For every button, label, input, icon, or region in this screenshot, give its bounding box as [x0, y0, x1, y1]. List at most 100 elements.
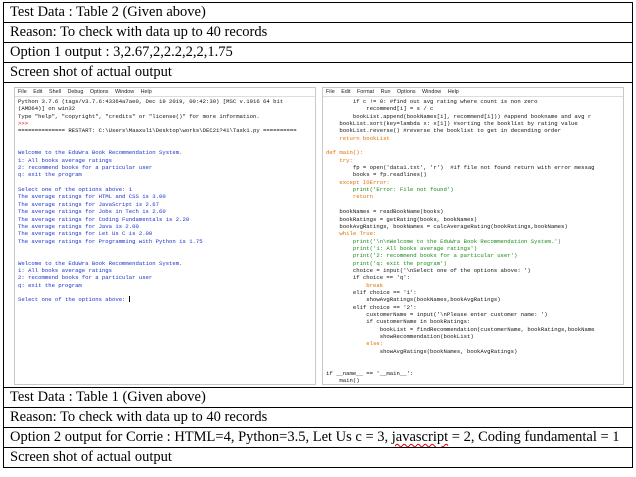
shell-line: The average ratings for Coding Fundament… [18, 215, 190, 223]
shell-line: The average ratings for Let Us C is 2.00 [18, 230, 153, 238]
code-line: showAvgRatings(bookNames,bookAvgRatings) [326, 296, 501, 304]
code-line: showRecommendation(bookList) [326, 333, 474, 340]
shell-line [18, 252, 312, 259]
menu-options[interactable]: Options [397, 89, 416, 95]
code-line: else: [326, 340, 384, 348]
shell-line: q: exit the program [18, 171, 82, 179]
shell-line: 2: recommend books for a particular user [18, 274, 153, 282]
option2-text-end: = 2, Coding fundamental = 1 [448, 429, 620, 445]
code-line: bookList.reverse() #reverse the booklist… [326, 127, 561, 135]
shell-line: 2: recommend books for a particular user [18, 164, 153, 172]
reason-row-2: Reason: To check with data up to 40 reco… [4, 408, 632, 428]
code-line: if c != 0: #find out avg rating where co… [326, 98, 538, 105]
code-line: bookList.sort(key=lambda x: x[1]) #sorti… [326, 120, 578, 128]
menu-shell[interactable]: Shell [49, 89, 61, 95]
shell-menubar: File Edit Shell Debug Options Window Hel… [15, 88, 315, 97]
menu-debug[interactable]: Debug [67, 89, 83, 95]
screenshot-row: File Edit Shell Debug Options Window Hel… [4, 83, 632, 388]
menu-options[interactable]: Options [90, 89, 109, 95]
menu-edit[interactable]: Edit [33, 89, 42, 95]
option1-output-row: Option 1 output : 3,2.67,2,2.2,2,2,1.75 [4, 43, 632, 63]
code-line: bookList.append(bookNames[i], recommend[… [326, 112, 592, 120]
shell-line: Python 3.7.6 (tags/v3.7.6:43364a7ae0, De… [18, 98, 284, 105]
shell-line [18, 142, 312, 149]
menu-run[interactable]: Run [381, 89, 391, 95]
menu-window[interactable]: Window [422, 89, 441, 95]
shell-line: The average ratings for JavaScript is 2.… [18, 200, 159, 208]
code-line: fp = open('data1.txt', 'r') #if file not… [326, 164, 595, 172]
code-line: showAvgRatings(bookNames, bookAvgRatings… [326, 347, 518, 355]
menu-edit[interactable]: Edit [341, 89, 350, 95]
code-line: bookAvgRatings, bookNames = calcAverageR… [326, 222, 568, 230]
code-line: print('\n\nWelcome to the EduWra Book Re… [326, 237, 561, 245]
code-line: print('2: recommend books for a particul… [326, 252, 518, 260]
code-line: return [326, 193, 373, 201]
test-data-row-2: Test Data : Table 1 (Given above) [4, 388, 632, 408]
menu-help[interactable]: Help [448, 89, 459, 95]
code-line: print('Error: File not found') [326, 186, 454, 194]
code-line: try: [326, 156, 353, 164]
shell-line [18, 245, 312, 252]
idle-editor-screenshot: File Edit Format Run Options Window Help… [322, 87, 624, 385]
shell-line: The average ratings for Programming with… [18, 237, 203, 245]
code-line: recommend[i] = s / c [326, 105, 434, 113]
editor-menubar: File Edit Format Run Options Window Help [323, 88, 623, 97]
code-line: bookRatings = getRating(books, bookNames… [326, 215, 478, 223]
shell-line: The average ratings for Jobs in Tech is … [18, 208, 166, 216]
code-line: if choice == 'q': [326, 274, 410, 282]
shell-line: Select one of the options above: [18, 296, 130, 304]
code-line: bookNames = readBookName(books) [326, 208, 444, 216]
screenshot-caption-row-1: Screen shot of actual output [4, 63, 632, 83]
code-line: choice = input('\nSelect one of the opti… [326, 266, 531, 274]
shell-line: >>> [18, 120, 29, 128]
option2-text-start: Option 2 output for Corrie : HTML=4, Pyt… [10, 429, 392, 445]
shell-line: Select one of the options above: 1 [18, 186, 133, 194]
shell-line: Welcome to the EduWra Book Recommendatio… [18, 259, 183, 267]
code-line: books = fp.readlines() [326, 171, 427, 179]
shell-line: The average ratings for Java is 2.00 [18, 222, 139, 230]
code-line: bookList = findRecommendation(customerNa… [326, 325, 595, 333]
code-line: except IOError: [326, 178, 390, 186]
shell-line: q: exit the program [18, 281, 82, 289]
code-line: elif choice == '2': [326, 303, 417, 311]
menu-window[interactable]: Window [115, 89, 134, 95]
option2-misspelled-word: javascript [391, 429, 449, 445]
code-line: if __name__ == '__main__': [326, 369, 414, 377]
idle-shell-screenshot: File Edit Shell Debug Options Window Hel… [14, 87, 316, 385]
option2-output-row: Option 2 output for Corrie : HTML=4, Pyt… [4, 428, 632, 448]
code-line: customerName = input('\nPlease enter cus… [326, 310, 548, 318]
reason-row-1: Reason: To check with data up to 40 reco… [4, 23, 632, 43]
shell-line: The average ratings for HTML and CSS is … [18, 193, 166, 201]
shell-line [18, 179, 312, 186]
code-line: def main(): [326, 149, 363, 157]
screenshot-caption-row-2: Screen shot of actual output [10, 449, 172, 465]
shell-line: (AMD64)] on win32 [18, 105, 76, 113]
menu-format[interactable]: Format [357, 89, 374, 95]
shell-line: 1: All books average ratings [18, 156, 112, 164]
menu-file[interactable]: File [326, 89, 335, 95]
test-data-row-1: Test Data : Table 2 (Given above) [4, 3, 632, 23]
shell-line: Welcome to the EduWra Book Recommendatio… [18, 149, 183, 157]
text-cursor [128, 296, 130, 303]
code-line: print('1: All books average ratings') [326, 244, 478, 252]
code-line: return bookList [326, 134, 390, 142]
code-line: elif choice == '1': [326, 288, 417, 296]
editor-source[interactable]: if c != 0: #find out avg rating where co… [323, 97, 623, 384]
test-case-table: Test Data : Table 2 (Given above) Reason… [3, 2, 633, 468]
shell-line [18, 135, 312, 142]
code-line: if customerName in bookRatings: [326, 318, 471, 326]
shell-line [18, 289, 312, 296]
shell-line: Type "help", "copyright", "credits" or "… [18, 112, 260, 120]
menu-help[interactable]: Help [141, 89, 152, 95]
menu-file[interactable]: File [18, 89, 27, 95]
shell-output[interactable]: Python 3.7.6 (tags/v3.7.6:43364a7ae0, De… [15, 97, 315, 305]
shell-line: ============== RESTART: C:\Users\Maaxuli… [18, 127, 297, 135]
code-line: print('q: exit the program') [326, 259, 447, 267]
code-line: while True: [326, 230, 377, 238]
shell-line: 1: All books average ratings [18, 266, 112, 274]
code-line: break [326, 281, 384, 289]
